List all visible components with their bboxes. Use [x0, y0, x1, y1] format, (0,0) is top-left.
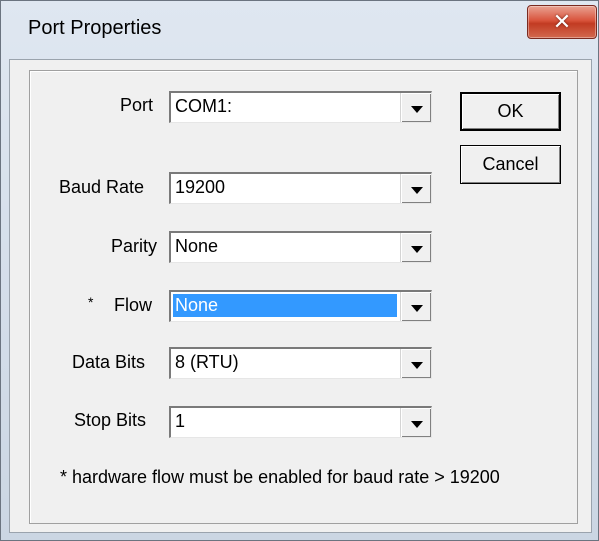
data-bits-dropdown-button[interactable] — [401, 349, 431, 378]
stop-bits-dropdown-button[interactable] — [401, 408, 431, 437]
port-select[interactable]: COM1: — [169, 91, 432, 123]
settings-group: Port COM1: Baud Rate 19200 Parity None *… — [29, 70, 578, 524]
chevron-down-icon — [411, 106, 423, 113]
data-bits-value: 8 (RTU) — [175, 352, 239, 372]
port-value: COM1: — [175, 96, 233, 116]
chevron-down-icon — [411, 421, 423, 428]
dialog-body: Port COM1: Baud Rate 19200 Parity None *… — [9, 59, 592, 533]
parity-value: None — [175, 236, 219, 256]
parity-select[interactable]: None — [169, 231, 432, 263]
baud-rate-dropdown-button[interactable] — [401, 174, 431, 203]
flow-select[interactable]: None — [169, 290, 432, 322]
title-bar[interactable]: Port Properties ✕ — [1, 1, 598, 59]
port-label: Port — [120, 95, 154, 115]
baud-rate-value: 19200 — [175, 177, 226, 197]
port-properties-dialog: Port Properties ✕ Port COM1: Baud Rate 1… — [0, 0, 599, 541]
chevron-down-icon — [411, 187, 423, 194]
flow-value: None — [172, 293, 398, 318]
close-button[interactable]: ✕ — [527, 5, 597, 39]
chevron-down-icon — [411, 246, 423, 253]
flow-dropdown-button[interactable] — [401, 292, 431, 321]
data-bits-select[interactable]: 8 (RTU) — [169, 347, 432, 379]
port-dropdown-button[interactable] — [401, 93, 431, 122]
ok-button[interactable]: OK — [460, 92, 561, 131]
chevron-down-icon — [411, 305, 423, 312]
stop-bits-select[interactable]: 1 — [169, 406, 432, 438]
stop-bits-value: 1 — [175, 411, 186, 431]
parity-dropdown-button[interactable] — [401, 233, 431, 262]
baud-rate-label: Baud Rate — [59, 177, 145, 197]
stop-bits-label: Stop Bits — [74, 410, 147, 430]
close-icon: ✕ — [552, 9, 572, 35]
flow-footnote-marker: * — [88, 294, 94, 310]
chevron-down-icon — [411, 362, 423, 369]
parity-label: Parity — [111, 236, 158, 256]
data-bits-label: Data Bits — [72, 352, 146, 372]
flow-label: Flow — [114, 295, 153, 315]
cancel-button[interactable]: Cancel — [460, 145, 561, 184]
window-title: Port Properties — [28, 17, 162, 39]
flow-footnote: * hardware flow must be enabled for baud… — [60, 467, 500, 487]
baud-rate-select[interactable]: 19200 — [169, 172, 432, 204]
